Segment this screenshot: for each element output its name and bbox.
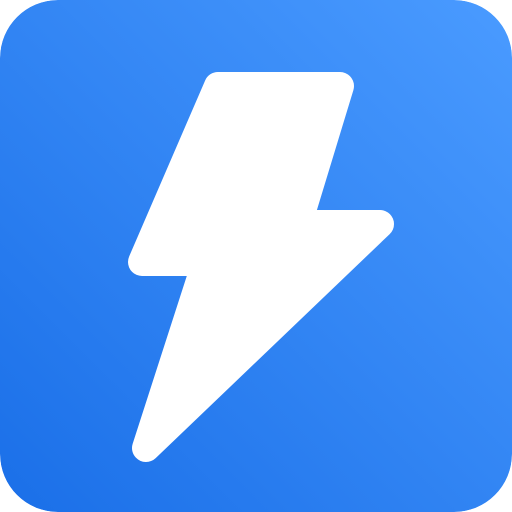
app-icon[interactable]: [0, 0, 512, 512]
app-icon-graphic: [0, 0, 512, 512]
